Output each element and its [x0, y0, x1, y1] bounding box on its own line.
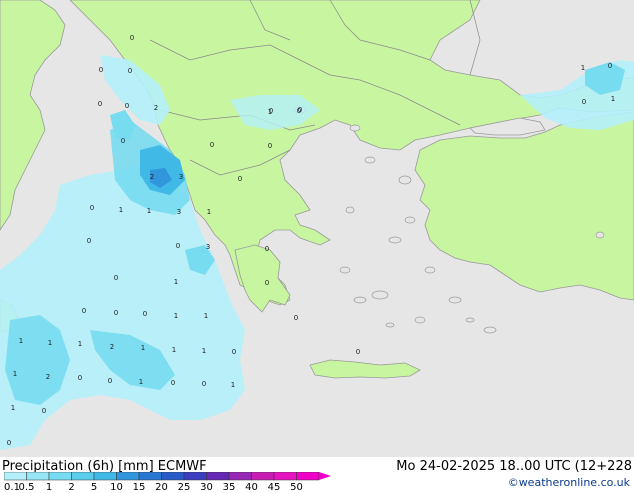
precip-value-label: 0 [128, 67, 132, 75]
credit-link[interactable]: ©weatheronline.co.uk [508, 476, 630, 489]
scale-swatch [183, 472, 207, 481]
precip-value-label: 0 [265, 279, 269, 287]
scale-swatch [161, 472, 185, 481]
precip-value-label: 0 [143, 310, 147, 318]
run-info: Mo 24-02-2025 18..00 UTC (12+228 [396, 459, 632, 474]
precip-value-label: 1 [174, 278, 178, 286]
precip-value-label: 0 [125, 102, 129, 110]
precip-value-label: 1 [611, 95, 615, 103]
precip-value-label: 3 [179, 173, 183, 181]
scale-tick: 10 [110, 482, 123, 493]
precip-value-label: 0 [232, 348, 236, 356]
precip-value-label: 0 [87, 237, 91, 245]
scale-tick: 45 [267, 482, 281, 493]
precip-value-label: 1 [204, 312, 208, 320]
precip-value-label: 0 [42, 407, 46, 415]
scale-swatch [206, 472, 230, 481]
precip-value-label: 1 [174, 312, 178, 320]
precip-value-label: 0 [298, 106, 302, 114]
precip-value-label: 3 [177, 208, 181, 216]
scale-swatch [71, 472, 95, 481]
scale-tick: 25 [177, 482, 191, 493]
precip-value-label: 0 [82, 307, 86, 315]
scale-tick: 5 [90, 482, 98, 493]
scale-swatch [26, 472, 50, 481]
precip-value-label: 0 [265, 245, 269, 253]
scale-swatch [273, 472, 297, 481]
legend-bar: Precipitation (6h) [mm] ECMWF Mo 24-02-2… [0, 457, 634, 493]
precip-value-label: 2 [110, 343, 114, 351]
precip-value-label: 0 [7, 439, 11, 447]
precip-value-label: 1 [13, 370, 17, 378]
precip-value-label: 2 [150, 173, 154, 181]
precip-value-label: 0 [114, 274, 118, 282]
scale-swatch [116, 472, 140, 481]
precip-value-label: 0 [114, 309, 118, 317]
scale-tick: 0.5 [18, 482, 35, 493]
precip-value-label: 0 [90, 204, 94, 212]
precip-value-label: 1 [141, 344, 145, 352]
precip-value-label: 2 [154, 104, 158, 112]
precip-value-label: 0 [78, 374, 82, 382]
precip-value-label: 1 [78, 340, 82, 348]
scale-swatch [48, 472, 72, 481]
precip-value-label: 1 [119, 206, 123, 214]
scale-tick: 15 [132, 482, 146, 493]
precip-value-label: 1 [172, 346, 176, 354]
precip-value-label: 0 [268, 142, 272, 150]
precip-value-label: 0 [121, 137, 125, 145]
scale-tick: 30 [200, 482, 213, 493]
precip-value-label: 1 [202, 347, 206, 355]
precip-value-label: 0 [356, 348, 360, 356]
scale-swatch [251, 472, 275, 481]
precip-value-label: 0 [202, 380, 206, 388]
precip-value-label: 0 [171, 379, 175, 387]
precip-value-label: 1 [48, 339, 52, 347]
precip-value-label: 0 [608, 62, 612, 70]
precip-value-label: 0 [130, 34, 134, 42]
precip-value-label: 0 [108, 377, 112, 385]
scale-swatch [138, 472, 162, 481]
precip-value-label: 0 [176, 242, 180, 250]
precip-value-label: 0 [98, 100, 102, 108]
precip-value-label: 1 [207, 208, 211, 216]
precip-value-label: 0 [582, 98, 586, 106]
scale-swatch [228, 472, 252, 481]
precip-value-label: 1 [11, 404, 15, 412]
scale-tick: 20 [155, 482, 168, 493]
precip-value-label: 3 [206, 243, 210, 251]
scale-tick: 35 [222, 482, 236, 493]
scale-swatch [93, 472, 117, 481]
precip-value-label: 1 [139, 378, 143, 386]
scale-tick: 50 [290, 482, 303, 493]
precip-value-label: 1 [581, 64, 585, 72]
precip-value-label: 1 [147, 207, 151, 215]
precipitation-map: 0 0 0 0 0 2 0 0 0 1 0 0 2 3 0 0 1 1 3 1 0 0 3 0 0 1 0 0 0 0 1 1 0 1 1 1 2 1 1 1… [0, 0, 634, 457]
precip-value-label: 2 [46, 373, 50, 381]
scale-arrow [319, 472, 331, 480]
scale-swatch [4, 472, 27, 481]
precip-value-label: 0 [238, 175, 242, 183]
scale-tick: 40 [245, 482, 258, 493]
scale-swatch [296, 472, 320, 481]
scale-tick: 1 [45, 482, 53, 493]
precip-value-label: 1 [231, 381, 235, 389]
precip-value-label: 1 [19, 337, 23, 345]
precip-value-label: 0 [294, 314, 298, 322]
precip-value-label: 1 [268, 108, 272, 116]
scale-tick: 2 [68, 482, 75, 493]
precip-value-label: 0 [99, 66, 103, 74]
color-scale [4, 472, 331, 481]
precip-value-label: 0 [210, 141, 214, 149]
